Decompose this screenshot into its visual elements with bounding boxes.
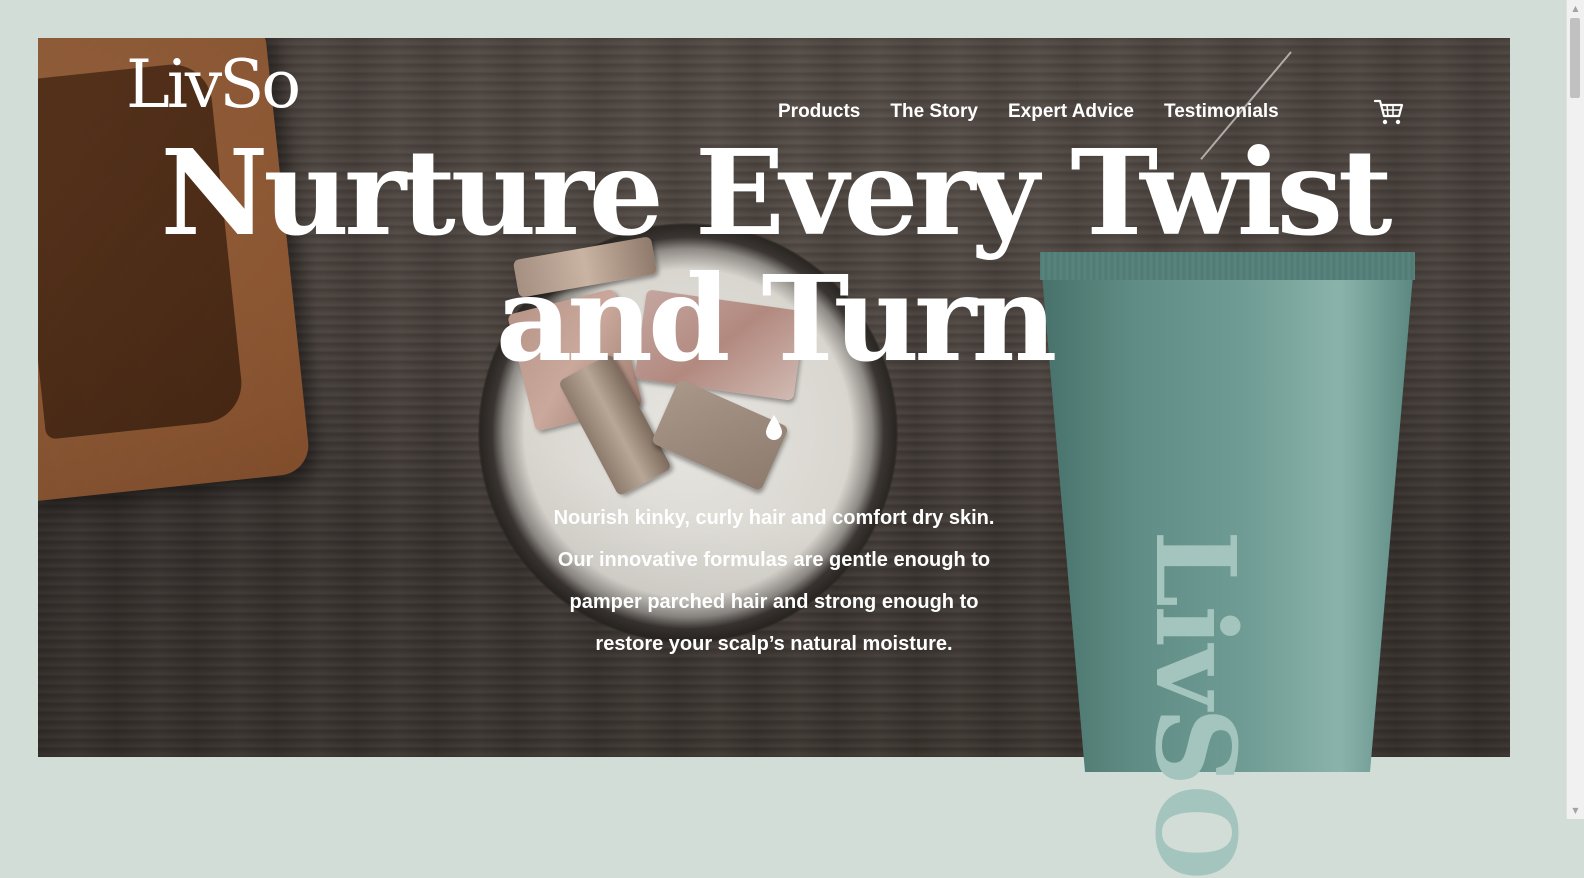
main-nav: Products The Story Expert Advice Testimo…	[778, 101, 1309, 123]
description-line: restore your scalp’s natural moisture.	[595, 633, 953, 655]
page-scrollbar[interactable]: ▲ ▼	[1566, 0, 1584, 819]
brand-logo[interactable]: LivSo	[126, 52, 301, 118]
nav-item-the-story[interactable]: The Story	[890, 101, 978, 123]
nav-item-expert-advice[interactable]: Expert Advice	[1008, 101, 1134, 123]
description-line: Our innovative formulas are gentle enoug…	[557, 549, 991, 571]
nav-item-products[interactable]: Products	[778, 101, 860, 123]
description-line: pamper parched hair and strong enough to	[569, 591, 979, 613]
headline-line-2: and Turn	[495, 249, 1058, 388]
product-tube-label: LivSO	[1131, 530, 1260, 878]
water-drop-icon	[766, 415, 782, 440]
headline-line-1: Nurture Every Twist	[160, 123, 1392, 262]
hero-description: Nourish kinky, curly hair and comfort dr…	[500, 497, 1048, 665]
nav-item-testimonials[interactable]: Testimonials	[1164, 101, 1279, 123]
scroll-up-arrow-icon[interactable]: ▲	[1567, 0, 1584, 17]
hero-headline: Nurture Every Twist and Turn	[38, 130, 1510, 382]
scroll-thumb[interactable]	[1570, 18, 1580, 98]
description-line: Nourish kinky, curly hair and comfort dr…	[553, 507, 995, 529]
scroll-down-arrow-icon[interactable]: ▼	[1567, 802, 1584, 819]
